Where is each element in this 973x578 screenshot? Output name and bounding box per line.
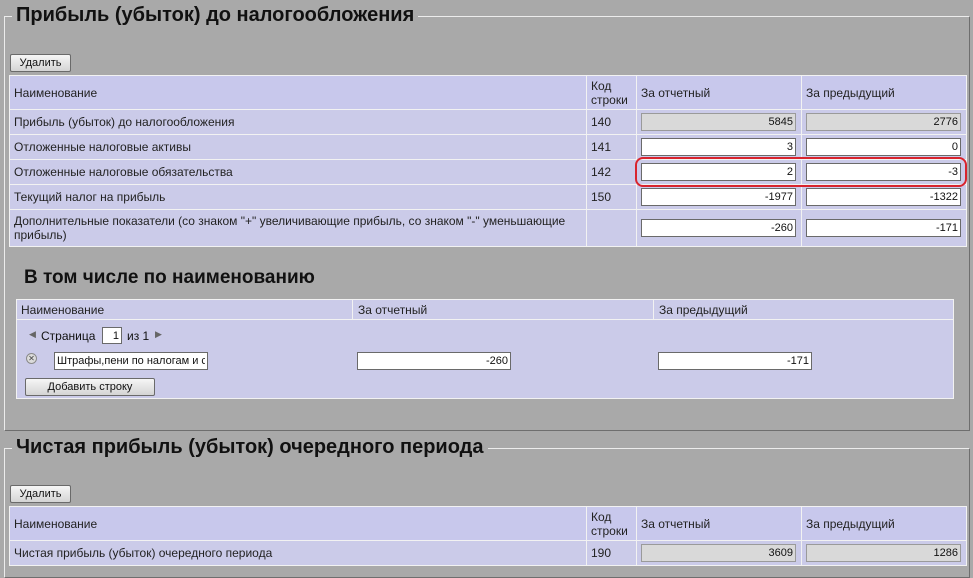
grid-header: Наименование За отчетный За предыдущий (17, 300, 953, 320)
net-profit-table: Наименование Код строки За отчетный За п… (9, 506, 967, 566)
previous-value-field[interactable] (806, 219, 961, 237)
column-header-current: За отчетный (636, 75, 802, 110)
current-value-field[interactable] (641, 138, 796, 156)
list-item: ✕ (17, 349, 953, 373)
row-code: 142 (586, 159, 637, 185)
column-header-previous: За предыдущий (801, 75, 967, 110)
column-header-current: За отчетный (358, 303, 428, 317)
delete-button[interactable]: Удалить (10, 54, 71, 72)
current-value-field (641, 544, 796, 562)
row-name: Отложенные налоговые обязательства (9, 159, 587, 185)
row-name: Дополнительные показатели (со знаком "+"… (9, 209, 587, 247)
row-name: Прибыль (убыток) до налогообложения (9, 109, 587, 135)
table-row: Отложенные налоговые активы 141 (9, 134, 967, 160)
page-number-input[interactable] (102, 327, 122, 344)
delete-row-icon[interactable]: ✕ (26, 353, 37, 364)
row-code: 141 (586, 134, 637, 160)
row-code: 190 (586, 540, 637, 566)
previous-value-field (806, 544, 961, 562)
pager: ◀ Страница из 1 ▶ (17, 326, 317, 346)
row-name: Чистая прибыль (убыток) очередного перио… (9, 540, 587, 566)
previous-value-field[interactable] (806, 138, 961, 156)
add-row-button[interactable]: Добавить строку (25, 378, 155, 396)
previous-value-field[interactable] (806, 188, 961, 206)
pager-of-label: из 1 (127, 329, 150, 343)
current-value-field[interactable] (641, 163, 796, 181)
row-code: 140 (586, 109, 637, 135)
previous-value-field[interactable] (806, 163, 961, 181)
column-header-name: Наименование (9, 75, 587, 110)
table-row: Прибыль (убыток) до налогообложения 140 (9, 109, 967, 135)
breakdown-grid: Наименование За отчетный За предыдущий ◀… (16, 299, 954, 399)
section-title: Прибыль (убыток) до налогообложения (12, 4, 419, 27)
subsection-title: В том числе по наименованию (20, 267, 319, 289)
table-row: Отложенные налоговые обязательства 142 (9, 159, 967, 185)
column-header-previous: За предыдущий (659, 303, 748, 317)
previous-value-field (806, 113, 961, 131)
row-name: Текущий налог на прибыль (9, 184, 587, 210)
column-header-code: Код строки (586, 75, 637, 110)
item-name-field[interactable] (54, 352, 208, 370)
delete-button[interactable]: Удалить (10, 485, 71, 503)
table-row: Дополнительные показатели (со знаком "+"… (9, 209, 967, 247)
table-row: Текущий налог на прибыль 150 (9, 184, 967, 210)
previous-value-field[interactable] (658, 352, 812, 370)
column-header-previous: За предыдущий (801, 506, 967, 541)
profit-table: Наименование Код строки За отчетный За п… (9, 75, 967, 247)
prev-page-icon[interactable]: ◀ (29, 329, 36, 340)
column-divider (653, 300, 654, 319)
column-divider (352, 300, 353, 319)
row-name: Отложенные налоговые активы (9, 134, 587, 160)
row-code (586, 209, 637, 247)
current-value-field[interactable] (357, 352, 511, 370)
current-value-field[interactable] (641, 219, 796, 237)
current-value-field (641, 113, 796, 131)
next-page-icon[interactable]: ▶ (155, 329, 162, 340)
row-code: 150 (586, 184, 637, 210)
table-row: Чистая прибыль (убыток) очередного перио… (9, 540, 967, 566)
column-header-name: Наименование (21, 303, 105, 317)
pager-page-label: Страница (41, 329, 96, 343)
column-header-code: Код строки (586, 506, 637, 541)
column-header-name: Наименование (9, 506, 587, 541)
section-title: Чистая прибыль (убыток) очередного перио… (12, 436, 488, 459)
column-header-current: За отчетный (636, 506, 802, 541)
current-value-field[interactable] (641, 188, 796, 206)
